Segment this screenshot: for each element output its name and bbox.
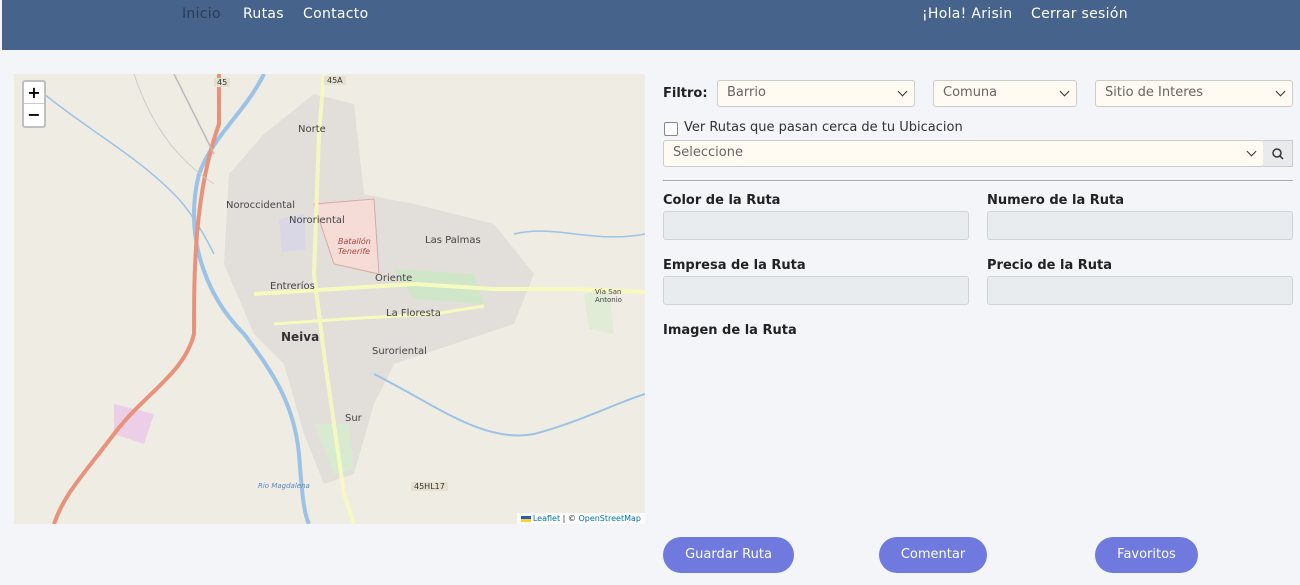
save-route-button[interactable]: Guardar Ruta (663, 537, 794, 573)
comuna-select-value: Comuna (943, 85, 998, 100)
nearby-routes-label: Ver Rutas que pasan cerca de tu Ubicacio… (684, 120, 963, 135)
label-nororiental: Nororiental (289, 215, 345, 226)
section-divider (663, 180, 1293, 181)
route-map[interactable]: Norte Noroccidental Nororiental Batallón… (14, 74, 645, 524)
label-las-palmas: Las Palmas (425, 235, 481, 246)
precio-label: Precio de la Ruta (987, 258, 1113, 273)
comment-button[interactable]: Comentar (879, 537, 987, 573)
label-tenerife: Tenerife (338, 247, 371, 256)
search-icon (1272, 148, 1284, 160)
barrio-select-value: Barrio (727, 85, 766, 100)
numero-field (987, 211, 1293, 240)
highway-45 (52, 74, 221, 524)
attribution-separator: | © (560, 514, 579, 523)
ukraine-flag-icon (520, 515, 531, 522)
search-button[interactable] (1263, 140, 1293, 167)
route-shield-45: 45 (214, 78, 231, 87)
zoom-control: + − (22, 80, 46, 128)
route-select-value: Seleccione (673, 145, 743, 160)
map-tiles (43, 74, 645, 524)
route-select[interactable]: Seleccione (663, 140, 1264, 167)
zoom-in-button[interactable]: + (24, 82, 44, 104)
user-greeting: ¡Hola! Arisin (922, 6, 1013, 22)
nav-inicio[interactable]: Inicio (182, 6, 221, 22)
numero-label: Numero de la Ruta (987, 193, 1125, 208)
favorites-button[interactable]: Favoritos (1095, 537, 1198, 573)
nearby-routes-checkbox[interactable] (664, 122, 678, 136)
chevron-down-icon (897, 86, 908, 97)
label-suroriental: Suroriental (372, 346, 427, 357)
route-shield-45hl17: 45HL17 (411, 482, 448, 491)
leaflet-link[interactable]: Leaflet (533, 514, 560, 523)
label-la-floresta: La Floresta (386, 308, 441, 319)
imagen-label: Imagen de la Ruta (663, 323, 797, 338)
nav-contacto[interactable]: Contacto (303, 6, 368, 22)
label-via-san-antonio: Vía San Antonio (595, 288, 622, 304)
label-batallon: Batallón (338, 237, 371, 246)
stream-west (43, 93, 215, 255)
barrio-select[interactable]: Barrio (717, 80, 915, 107)
color-label: Color de la Ruta (663, 193, 781, 208)
precio-field (987, 276, 1293, 305)
chevron-down-icon (1059, 86, 1070, 97)
zoom-out-button[interactable]: − (24, 104, 44, 126)
route-shield-45a: 45A (324, 76, 346, 85)
label-neiva: Neiva (281, 330, 320, 344)
stream-northeast (513, 230, 645, 238)
minor-road (173, 74, 215, 155)
nav-rutas[interactable]: Rutas (243, 6, 284, 22)
label-entrerios: Entreríos (270, 281, 315, 292)
empresa-label: Empresa de la Ruta (663, 258, 806, 273)
color-field (663, 211, 969, 240)
osm-link[interactable]: OpenStreetMap (578, 514, 641, 523)
label-sur: Sur (345, 413, 362, 424)
empresa-field (663, 276, 969, 305)
map-attribution: Leaflet | © OpenStreetMap (516, 513, 645, 524)
sitio-select[interactable]: Sitio de Interes (1095, 80, 1293, 107)
sitio-select-value: Sitio de Interes (1105, 85, 1204, 100)
label-norte: Norte (298, 124, 326, 135)
logout-link[interactable]: Cerrar sesión (1031, 6, 1128, 22)
river-east (373, 373, 645, 437)
label-rio-magdalena: Río Magdalena (258, 482, 310, 490)
chevron-down-icon (1246, 146, 1257, 157)
label-oriente: Oriente (375, 273, 413, 284)
comuna-select[interactable]: Comuna (933, 80, 1077, 107)
label-noroccidental: Noroccidental (226, 200, 296, 211)
filter-label: Filtro: (663, 86, 708, 101)
chevron-down-icon (1275, 86, 1286, 97)
